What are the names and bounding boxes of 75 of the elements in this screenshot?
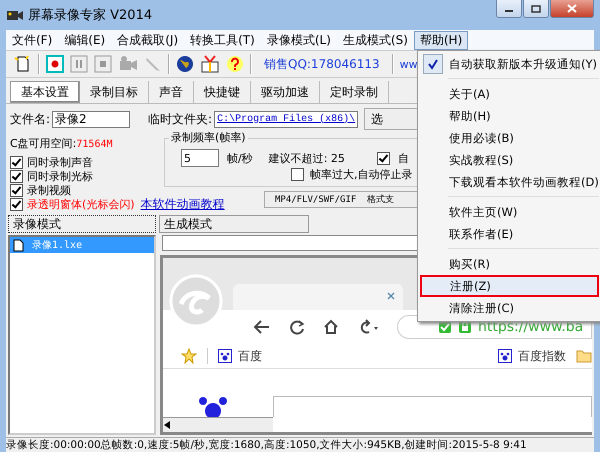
tutorial-link[interactable]: 本软件动画教程	[140, 196, 225, 212]
option-label: 帧率过大,自动停止录	[310, 167, 412, 182]
camera-icon	[6, 8, 24, 22]
menu-item[interactable]: 软件主页(W)	[420, 201, 599, 223]
menu-item[interactable]: 文件(F)	[6, 30, 58, 50]
option-label: 录制视频	[27, 182, 71, 198]
maximize-icon	[531, 4, 541, 12]
bookmark-label: 百度指数	[518, 348, 566, 364]
hint-text: 建议不超过: 25	[268, 150, 345, 166]
checkbox[interactable]	[10, 170, 23, 182]
menu-item[interactable]: 注册(Z)	[420, 275, 599, 297]
mode-tab[interactable]: 生成模式	[159, 215, 309, 233]
tab[interactable]: 基本设置	[10, 81, 80, 103]
bookmark-label: 百度	[238, 348, 262, 364]
website-link[interactable]: ww	[400, 58, 418, 70]
menu-item[interactable]: 实战教程(S)	[420, 149, 599, 171]
option-label: 自	[398, 150, 409, 166]
close-icon	[567, 4, 577, 13]
frame-rate-field[interactable]: 5	[181, 149, 219, 167]
menu-item[interactable]: 生成模式(S)	[336, 30, 414, 50]
record-icon[interactable]	[46, 55, 64, 73]
menu-item[interactable]: 编辑(E)	[58, 30, 112, 50]
option-label: 录透明窗体(光标会闪)	[27, 196, 135, 212]
horizontal-scrollbar[interactable]	[163, 417, 273, 432]
tab[interactable]: 快捷键	[194, 81, 251, 103]
checkbox[interactable]	[291, 168, 304, 181]
group-title: 录制频率(帧率)	[169, 130, 248, 145]
home-icon	[323, 319, 339, 335]
globe-icon[interactable]	[176, 55, 194, 73]
mode-tab[interactable]: 录像模式	[8, 215, 156, 233]
menu-item[interactable]: 关于(A)	[420, 83, 599, 105]
gift-box-icon[interactable]	[200, 55, 220, 73]
help-icon[interactable]	[226, 55, 244, 73]
menu-item[interactable]: 使用必读(B)	[420, 127, 599, 149]
option-label: 同时录制光标	[27, 168, 93, 184]
option-label: 同时录制声音	[27, 154, 93, 170]
paw-icon	[218, 349, 232, 363]
tab[interactable]: 声音	[149, 81, 194, 103]
menu-item[interactable]: 帮助(H)	[420, 105, 599, 127]
sales-qq-text: 销售QQ:178046113	[263, 56, 381, 72]
tab[interactable]: 录制目标	[80, 81, 149, 103]
window-title: 屏幕录像专家 V2014	[28, 7, 152, 24]
disk-space-label: C盘可用空间:71564M	[10, 136, 114, 151]
status-bar: 录像长度:00:00:00总帧数:0,速度:5帧/秒,宽度:1680,高度:1050,文件大小:945KB,创建时间:2015-5-8 9:41	[6, 437, 594, 452]
menu-item[interactable]: 自动获取新版本升级通知(Y)	[420, 53, 599, 75]
menu-item[interactable]: 联系作者(E)	[420, 223, 599, 245]
maximize-button[interactable]	[523, 0, 549, 18]
document-icon	[13, 238, 24, 252]
back-arrow-icon	[253, 319, 271, 335]
close-button[interactable]	[550, 0, 594, 18]
refresh-icon	[289, 319, 305, 335]
menu-item[interactable]: 录像模式(L)	[260, 30, 337, 50]
file-name-field[interactable]: 录像2	[52, 110, 130, 128]
menu-item[interactable]: 转换工具(T)	[184, 30, 261, 50]
menu-item[interactable]: 购买(R)	[420, 253, 599, 275]
tab[interactable]: 驱动加速	[251, 81, 320, 103]
url-text: https://www.ba	[478, 319, 584, 335]
file-name-label: 文件名:	[10, 110, 50, 128]
menu-item[interactable]: 下载观看本软件动画教程(D)	[420, 171, 599, 193]
tab[interactable]: 定时录制	[320, 81, 389, 103]
close-icon	[387, 292, 395, 300]
checkbox[interactable]	[10, 198, 23, 210]
checkbox[interactable]	[376, 152, 390, 164]
left-arrow-icon	[163, 421, 171, 429]
paw-icon	[498, 349, 512, 363]
menu-item[interactable]: 合成截取(J)	[111, 30, 184, 50]
unit-label: 帧/秒	[227, 150, 253, 166]
temp-folder-label: 临时文件夹:	[148, 110, 212, 128]
minimize-button[interactable]	[496, 0, 522, 18]
temp-folder-link[interactable]: C:\Program Files (x86)\	[214, 110, 358, 128]
star-icon	[181, 348, 197, 364]
checkbox[interactable]	[10, 184, 23, 196]
menu-item[interactable]: 帮助(H)	[414, 30, 468, 50]
checkbox[interactable]	[10, 156, 23, 168]
folder-icon	[576, 349, 592, 363]
